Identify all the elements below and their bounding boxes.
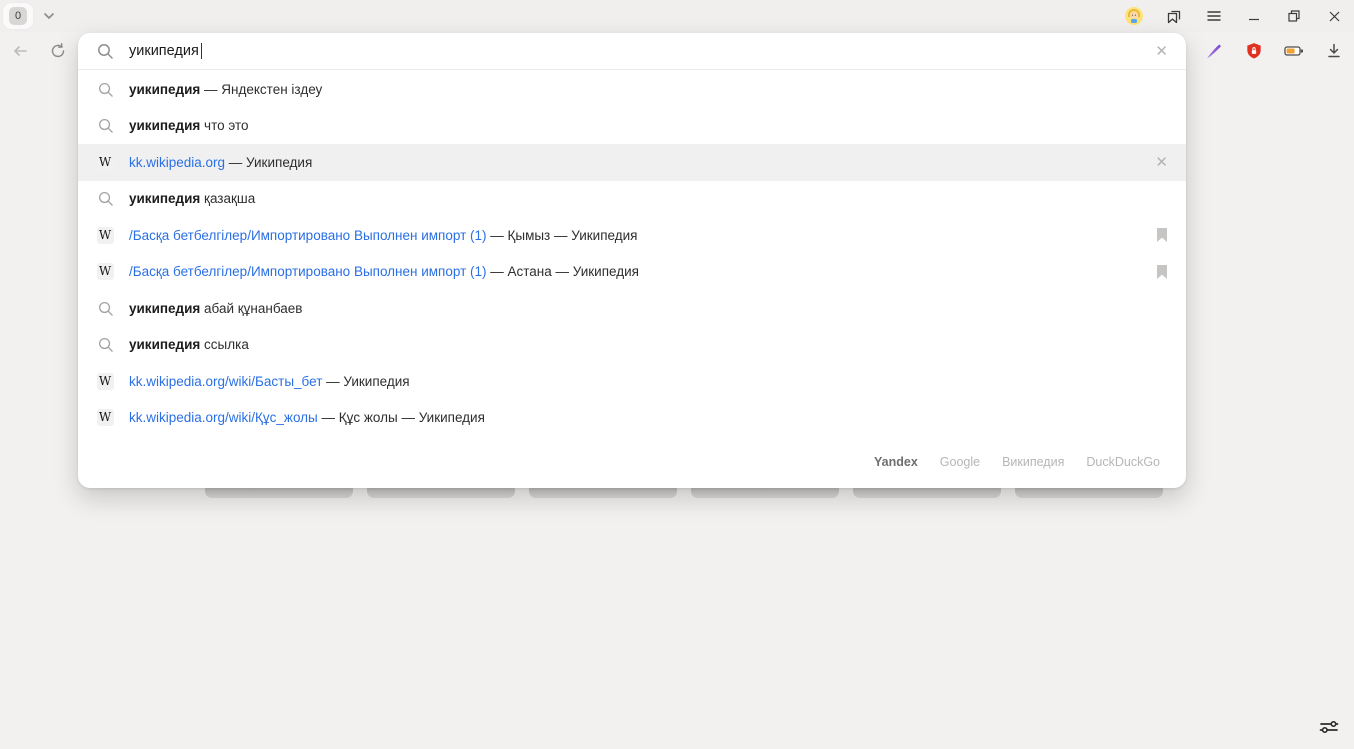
text-caret <box>201 43 202 59</box>
refresh-button[interactable] <box>42 35 74 67</box>
wikipedia-favicon: W <box>97 227 114 244</box>
yandex-pen-button[interactable] <box>1194 32 1234 70</box>
search-icon <box>97 336 114 353</box>
wikipedia-favicon: W <box>97 373 114 390</box>
back-arrow-icon <box>11 42 29 60</box>
sliders-icon <box>1317 717 1341 737</box>
address-bar[interactable]: уикипедия ✕ <box>78 33 1186 70</box>
address-input[interactable]: уикипедия <box>129 43 199 59</box>
tab-panel-button[interactable] <box>1154 0 1194 32</box>
search-icon <box>97 190 114 207</box>
clear-input-button[interactable]: ✕ <box>1155 44 1168 59</box>
suggestion-row[interactable]: W /Басқа бетбелгілер/Импортировано Выпол… <box>78 254 1186 291</box>
bookmark-icon <box>1156 264 1168 280</box>
search-engine-bar: Yandex Google Википедия DuckDuckGo <box>78 436 1186 488</box>
profile-avatar-button[interactable] <box>1114 0 1154 32</box>
engine-option-google[interactable]: Google <box>940 455 980 469</box>
protect-shield-button[interactable] <box>1234 32 1274 70</box>
wikipedia-favicon: W <box>97 263 114 280</box>
tab-list-chevron-button[interactable] <box>36 3 62 29</box>
bookmarks-panel-icon <box>1165 7 1183 25</box>
window-minimize-button[interactable] <box>1234 0 1274 32</box>
active-tab[interactable]: 0 <box>3 3 33 29</box>
suggestion-row[interactable]: W /Басқа бетбелгілер/Импортировано Выпол… <box>78 217 1186 254</box>
hamburger-menu-icon <box>1206 9 1222 23</box>
search-icon <box>97 117 114 134</box>
back-button[interactable] <box>4 35 36 67</box>
engine-option-yandex[interactable]: Yandex <box>874 455 918 469</box>
engine-option-duckduckgo[interactable]: DuckDuckGo <box>1086 455 1160 469</box>
window-restore-button[interactable] <box>1274 0 1314 32</box>
restore-icon <box>1287 9 1301 23</box>
close-icon <box>1328 10 1341 23</box>
battery-icon <box>1283 41 1305 61</box>
search-icon <box>97 81 114 98</box>
refresh-icon <box>49 42 67 60</box>
battery-saver-button[interactable] <box>1274 32 1314 70</box>
bookmark-icon <box>1156 227 1168 243</box>
suggestion-row[interactable]: уикипедия қазақша <box>78 181 1186 218</box>
chevron-down-icon <box>42 9 56 23</box>
search-icon <box>96 42 114 60</box>
engine-option-википедия[interactable]: Википедия <box>1002 455 1064 469</box>
download-icon <box>1325 42 1343 60</box>
minimize-icon <box>1247 9 1261 23</box>
suggestion-row[interactable]: уикипедия абай құнанбаев <box>78 290 1186 327</box>
omnibox-dropdown: уикипедия ✕ уикипедия — Яндекстен іздеу <box>78 33 1186 488</box>
suggestion-row[interactable]: W kk.wikipedia.org/wiki/Басты_бет — Уики… <box>78 363 1186 400</box>
pen-icon <box>1204 41 1224 61</box>
suggestion-row[interactable]: уикипедия ссылка <box>78 327 1186 364</box>
tab-counter-badge: 0 <box>9 7 27 25</box>
downloads-button[interactable] <box>1314 32 1354 70</box>
browser-menu-button[interactable] <box>1194 0 1234 32</box>
suggestion-list: уикипедия — Яндекстен іздеу уикипедия чт… <box>78 70 1186 436</box>
suggestion-row[interactable]: W kk.wikipedia.org — Уикипедия ✕ <box>78 144 1186 181</box>
remove-suggestion-button[interactable]: ✕ <box>1155 155 1168 170</box>
avatar-icon <box>1124 6 1144 26</box>
sidebar-settings-button[interactable] <box>1316 715 1342 739</box>
titlebar: 0 <box>0 0 1354 32</box>
wikipedia-favicon: W <box>97 154 114 171</box>
suggestion-row[interactable]: уикипедия — Яндекстен іздеу <box>78 71 1186 108</box>
search-icon <box>97 300 114 317</box>
wikipedia-favicon: W <box>97 409 114 426</box>
suggestion-row[interactable]: уикипедия что это <box>78 108 1186 145</box>
suggestion-row[interactable]: W kk.wikipedia.org/wiki/Құс_жолы — Құс ж… <box>78 400 1186 437</box>
shield-lock-icon <box>1244 41 1264 61</box>
window-close-button[interactable] <box>1314 0 1354 32</box>
